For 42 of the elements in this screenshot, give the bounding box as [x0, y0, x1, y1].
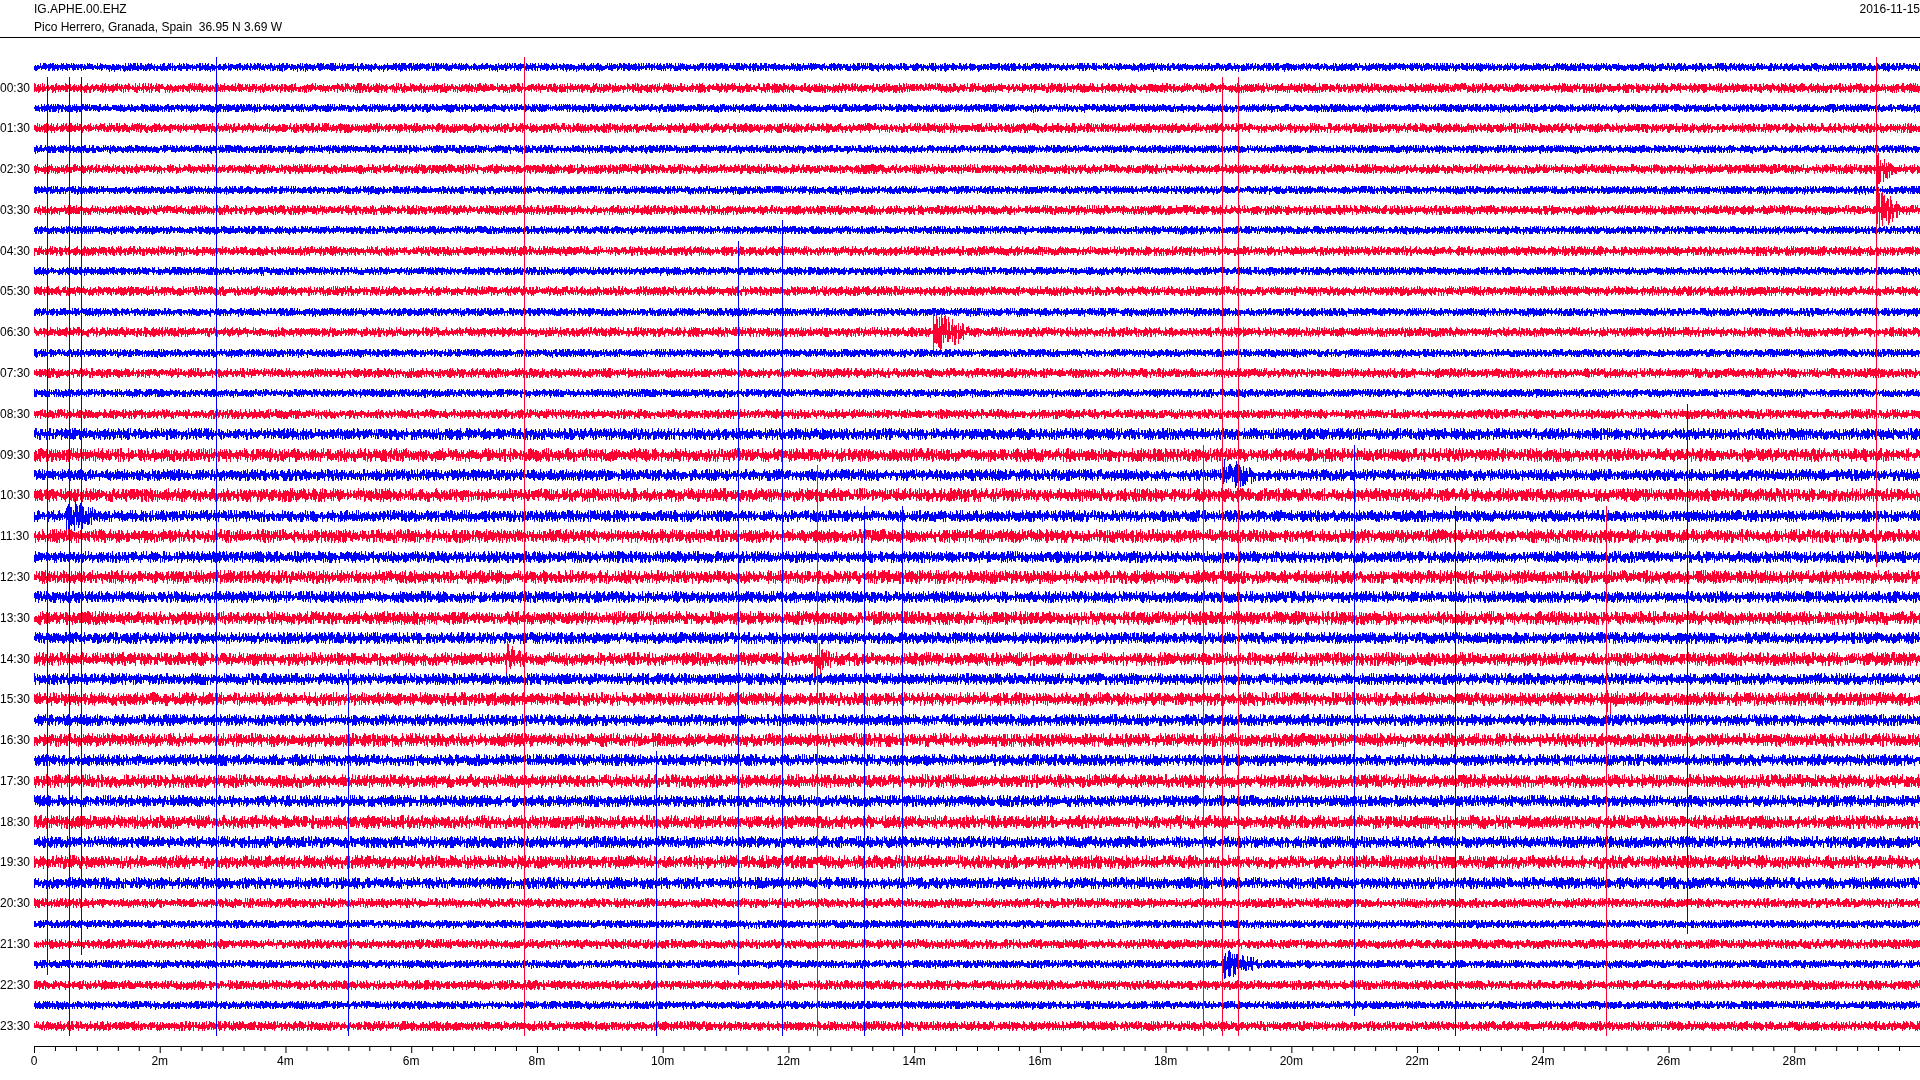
- time-label: 21:30: [0, 937, 31, 951]
- plot-date: 2016-11-15: [1859, 1, 1920, 18]
- time-label: 12:30: [0, 569, 31, 584]
- axis-label: 4m: [277, 1053, 294, 1068]
- time-label: 11:30: [0, 529, 30, 544]
- axis-label: 16m: [1028, 1053, 1052, 1068]
- time-label: 10:30: [0, 488, 31, 503]
- axis-label: 28m: [1782, 1053, 1806, 1068]
- axis-label: 26m: [1656, 1053, 1681, 1068]
- time-label: 05:30: [0, 284, 31, 299]
- time-label: 03:30: [0, 202, 31, 217]
- axis-label: 14m: [902, 1053, 926, 1068]
- time-label: 17:30: [0, 773, 31, 788]
- axis-label: 18m: [1153, 1053, 1178, 1068]
- axis-label: 10m: [651, 1053, 675, 1068]
- time-label: 23:30: [0, 1018, 31, 1033]
- axis-label: 24m: [1531, 1053, 1555, 1068]
- time-label: 18:30: [0, 814, 31, 829]
- time-label: 16:30: [0, 733, 31, 748]
- axis-label: 2m: [151, 1053, 169, 1068]
- time-label: 14:30: [0, 651, 31, 666]
- station-location: Pico Herrero, Granada, Spain 36.95 N 3.69 W: [34, 19, 283, 35]
- time-label: 01:30: [0, 121, 31, 136]
- time-label: 22:30: [0, 977, 31, 992]
- time-label: 08:30: [0, 406, 31, 421]
- time-label: 02:30: [0, 162, 31, 177]
- time-label: 06:30: [0, 325, 31, 340]
- axis-label: 20m: [1279, 1053, 1303, 1068]
- time-label: 07:30: [0, 366, 31, 381]
- time-label: 15:30: [0, 692, 31, 707]
- axis-label: 8m: [528, 1053, 546, 1068]
- axis-label: 22m: [1405, 1053, 1429, 1068]
- axis-label: 12m: [776, 1053, 801, 1068]
- axis-label: 6m: [402, 1053, 420, 1068]
- time-label: 09:30: [0, 447, 31, 462]
- time-label: 20:30: [0, 896, 31, 911]
- time-label: 04:30: [0, 243, 31, 258]
- time-label: 13:30: [0, 610, 31, 625]
- station-code: IG.APHE.00.EHZ: [34, 1, 128, 17]
- time-label: 00:30: [0, 80, 31, 95]
- axis-label: 0: [30, 1053, 38, 1068]
- time-label: 19:30: [0, 855, 31, 870]
